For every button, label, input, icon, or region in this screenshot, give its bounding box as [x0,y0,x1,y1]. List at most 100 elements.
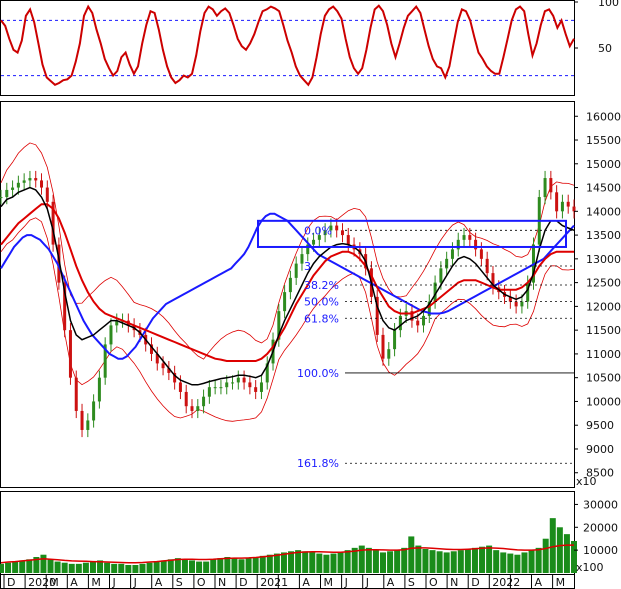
volume-bar [500,552,507,573]
volume-bar [408,536,415,573]
candle-body [254,387,258,392]
volume-bar [224,557,231,573]
x-tick-label: S [176,576,183,589]
price-tick-label: 13500 [586,229,621,242]
volume-bar [288,551,295,573]
volume-bar [40,554,47,573]
volume-bar [394,550,401,573]
volume-bar [280,552,287,573]
candle-body [207,387,211,397]
volume-bar [273,553,280,573]
candle-body [294,263,298,278]
volume-bar [365,547,372,573]
price-tick-label: 15500 [586,134,621,147]
x-tick-label: J [365,576,369,589]
fib-level-label: 38.2% [304,279,339,292]
volume-tick-label: 10000 [583,544,618,557]
candle-body [393,330,397,350]
oscillator-tick-label: 100 [598,0,619,9]
volume-bar [415,545,422,573]
candle-body [236,377,240,383]
price-tick-label: 10000 [586,395,621,408]
x-tick-label: D [7,576,15,589]
volume-bar [0,563,4,573]
candle-body [381,334,385,359]
price-tick-label: 12500 [586,277,621,290]
x-tick-label: M [556,576,566,589]
oscillator-line [0,4,575,87]
candle-body [219,387,223,389]
candle-body [416,320,420,326]
volume-layer: 30000 20000 10000 x10 x100 [0,475,618,574]
candle-body [549,178,553,193]
price-tick-label: 11500 [586,324,621,337]
lower-band-line [0,217,575,422]
fib-level-label: 3 [304,260,311,273]
price-tick-label: 11000 [586,348,621,361]
x-tick-label: O [429,576,438,589]
price-tick-label: 14500 [586,182,621,195]
volume-bar [549,518,556,573]
x-tick-label: D [471,576,479,589]
candle-body [445,258,449,269]
volume-bar [401,547,408,573]
volume-bar [479,546,486,573]
volume-bar [104,562,111,573]
candle-body [450,249,454,259]
volume-bar [316,553,323,573]
candle-body [80,410,84,430]
x-tick-label: 2022 [492,576,520,589]
candle-body [34,178,38,181]
candle-body [566,201,570,207]
candle-body [520,301,524,307]
candle-body [346,235,350,245]
price-tick-label: 12000 [586,300,621,313]
x-tick-label: O [197,576,206,589]
volume-bar [181,559,188,573]
x-tick-label: A [302,576,310,589]
volume-bar [528,550,535,573]
candle-body [422,315,426,326]
fib-level-label: 50.0% [304,296,339,309]
candle-body [560,201,564,212]
volume-bar [429,550,436,573]
fib-level-label: 100.0% [297,367,339,380]
oscillator-tick-label: 50 [598,42,612,55]
candle-body [572,206,576,212]
volume-bar [5,562,12,573]
candle-body [543,178,547,198]
candle-body [184,391,188,407]
volume-bar [118,563,125,573]
volume-bar [471,547,478,573]
candle-body [161,363,165,369]
candle-body [387,349,391,359]
candle-body [213,387,217,389]
candle-body [242,377,246,383]
volume-bar [12,561,19,573]
volume-bar [252,557,259,573]
volume-bar [330,553,337,573]
volume-bar [259,555,266,573]
volume-bar [146,562,153,573]
volume-bar [507,553,514,573]
axis-layer: D 2020M A M J J A S O N D 2021 A M J J A S O N D 2022 A M [3,575,566,589]
candle-body [248,382,252,388]
x-tick-label: 2021 [260,576,288,589]
candle-body [479,249,483,259]
volume-bar [231,558,238,573]
x-tick-label: N [450,576,458,589]
x-tick-label: M [49,576,59,589]
x-tick-label: A [155,576,163,589]
price-layer: 0.0% 3 38.2% 50.0% 61.8% 100.0% 161.8% 16000 155… [0,110,621,480]
volume-bar [111,563,118,573]
candle-body [468,235,472,240]
candle-body [335,225,339,231]
candle-body [74,377,78,411]
volume-bar [153,561,160,573]
price-tick-label: 16000 [586,110,621,123]
candle-body [178,382,182,392]
volume-bar [125,565,132,573]
candle-body [259,382,263,392]
volume-bar [210,559,217,573]
volume-bar [563,534,570,573]
